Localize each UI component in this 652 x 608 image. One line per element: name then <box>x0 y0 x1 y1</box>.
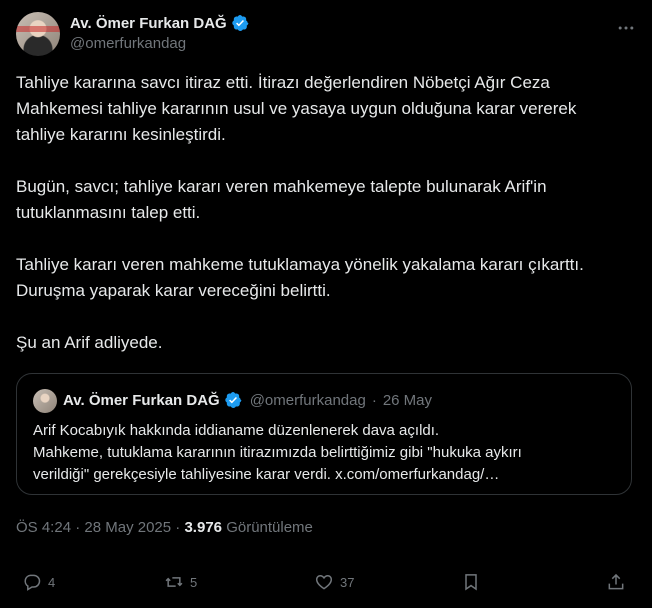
views-label: Görüntüleme <box>226 519 313 536</box>
reply-button[interactable]: 4 <box>22 572 55 592</box>
quoted-header: Av. Ömer Furkan DAĞ @omerfurkandag · 26 … <box>63 391 432 409</box>
share-button[interactable] <box>606 572 626 592</box>
quoted-line: verildiği" gerekçesiyle tahliyesine kara… <box>33 466 500 483</box>
quoted-separator: · <box>371 391 377 409</box>
tweet-header: Av. Ömer Furkan DAĞ @omerfurkandag <box>16 12 636 60</box>
tweet-paragraph: Şu an Arif adliyede. <box>16 333 163 352</box>
like-count: 37 <box>340 574 355 590</box>
tweet-paragraph: Bugün, savcı; tahliye kararı veren mahke… <box>16 177 547 222</box>
author-handle[interactable]: @omerfurkandag <box>70 35 186 52</box>
tweet-meta: ÖS 4:24 · 28 May 2025 · 3.976 Görüntülem… <box>16 519 313 536</box>
author-name-row: Av. Ömer Furkan DAĞ <box>70 14 249 32</box>
repost-button[interactable]: 5 <box>164 572 197 592</box>
more-icon[interactable] <box>616 18 636 38</box>
action-bar: 4 5 37 <box>16 572 636 596</box>
reply-icon <box>24 574 41 591</box>
bookmark-icon <box>465 574 477 591</box>
repost-count: 5 <box>190 574 198 590</box>
quoted-tweet[interactable]: Av. Ömer Furkan DAĞ @omerfurkandag · 26 … <box>16 373 632 495</box>
quoted-avatar <box>33 389 57 413</box>
tweet-paragraph: Tahliye kararına savcı itiraz etti. İtir… <box>16 73 577 144</box>
verified-badge-icon[interactable] <box>231 14 249 32</box>
quoted-handle: @omerfurkandag <box>249 391 366 409</box>
quoted-line: Arif Kocabıyık hakkında iddianame düzenl… <box>33 422 440 439</box>
verified-badge-icon <box>225 391 242 409</box>
meta-separator: · <box>175 519 181 536</box>
tweet-time[interactable]: ÖS 4:24 <box>16 519 71 536</box>
quoted-date: 26 May <box>382 391 433 409</box>
quoted-author-name: Av. Ömer Furkan DAĞ <box>63 391 220 409</box>
like-button[interactable]: 37 <box>314 572 354 592</box>
avatar[interactable] <box>16 12 60 56</box>
quoted-text: Arif Kocabıyık hakkında iddianame düzenl… <box>33 420 618 486</box>
bookmark-button[interactable] <box>461 572 481 592</box>
author-name[interactable]: Av. Ömer Furkan DAĞ <box>70 15 227 32</box>
reply-count: 4 <box>48 574 56 590</box>
tweet-text: Tahliye kararına savcı itiraz etti. İtir… <box>16 70 626 382</box>
tweet-date[interactable]: 28 May 2025 <box>84 519 171 536</box>
views-count: 3.976 <box>184 519 223 536</box>
quoted-line: Mahkeme, tutuklama kararının itirazımızd… <box>33 444 522 461</box>
repost-icon <box>165 577 183 587</box>
share-icon <box>608 573 624 590</box>
like-icon <box>315 574 333 590</box>
meta-separator: · <box>75 519 81 536</box>
tweet-paragraph: Tahliye kararı veren mahkeme tutuklamaya… <box>16 255 584 300</box>
